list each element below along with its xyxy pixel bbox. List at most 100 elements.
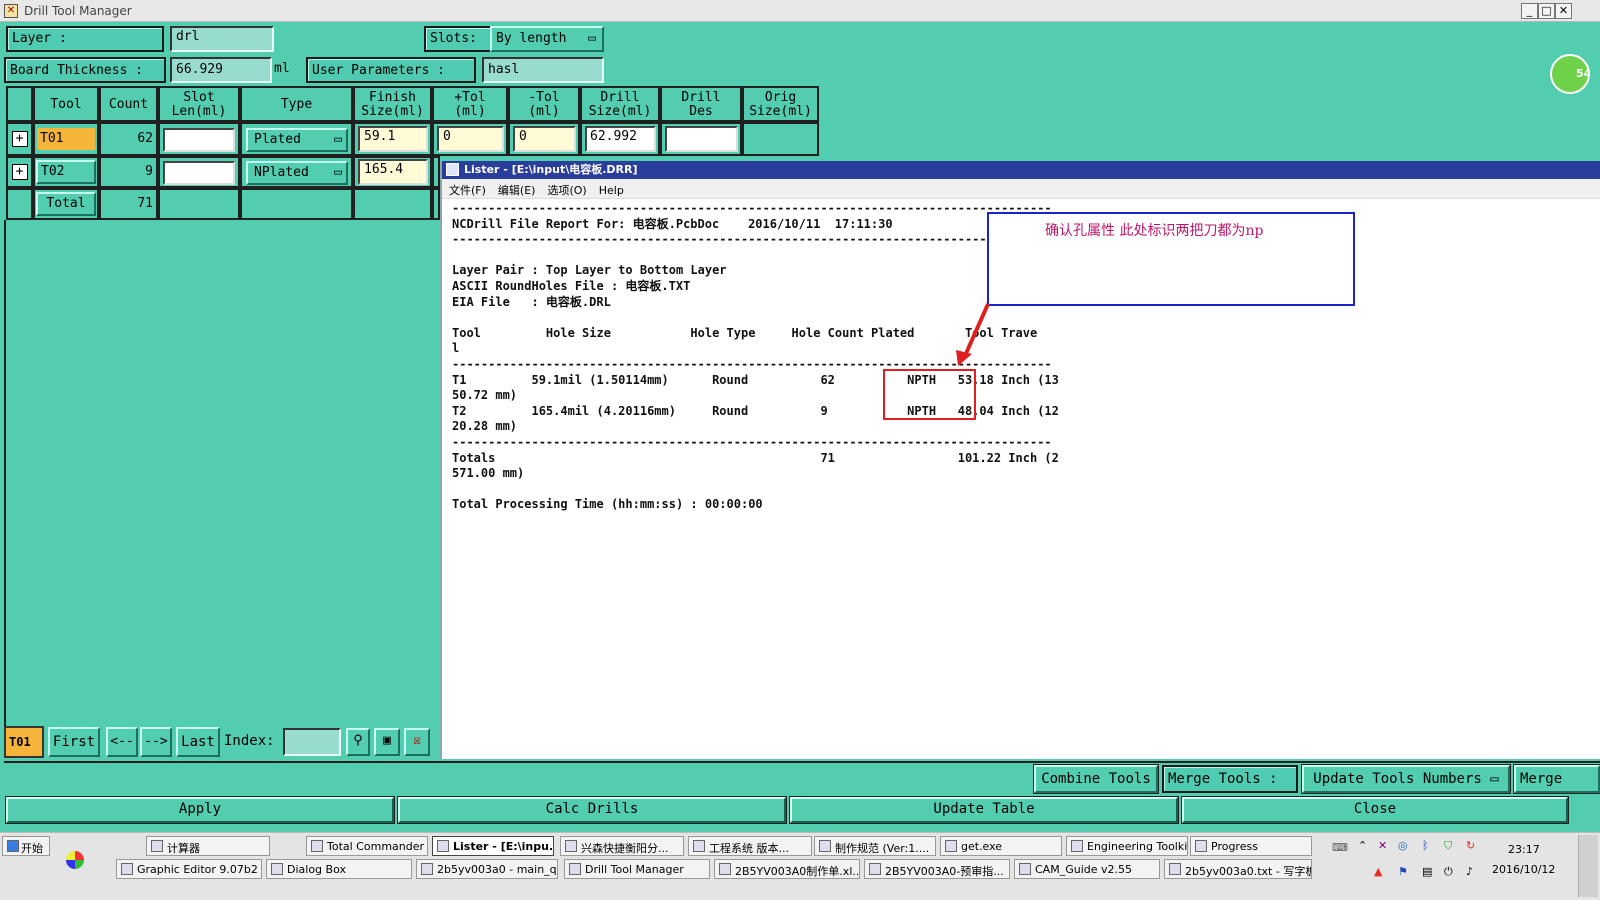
user-parameters-field[interactable]: hasl (482, 57, 604, 83)
index-label: Index: (224, 733, 275, 749)
menu-options[interactable]: 选项(O) (540, 179, 591, 198)
start-button[interactable]: 开始 (2, 836, 50, 856)
table-body-area (4, 220, 440, 726)
close-x-icon[interactable]: ✕ (1378, 839, 1387, 852)
chevron-up-icon[interactable]: ⌃ (1358, 839, 1367, 852)
minus-tol-input[interactable]: 0 (513, 126, 576, 152)
menu-help[interactable]: Help (592, 181, 629, 197)
taskbar-item[interactable]: 工程系统 版本... (688, 836, 812, 856)
last-button[interactable]: Last (176, 727, 220, 757)
update-table-button[interactable]: Update Table (789, 796, 1179, 824)
annotation-arrow (956, 303, 990, 366)
close-window-button[interactable]: ✕ (1555, 3, 1572, 19)
menu-edit[interactable]: 编辑(E) (491, 179, 541, 198)
current-tool-indicator: T01 (4, 726, 44, 758)
expand-row-button[interactable]: + (6, 156, 33, 188)
taskbar-item[interactable]: Graphic Editor 9.07b2 (... (116, 859, 262, 879)
taskbar-item[interactable]: Engineering Toolki... (1066, 836, 1188, 856)
user-parameters-label: User Parameters : (306, 57, 476, 83)
table-row-finish: 59.1 (353, 122, 432, 156)
slot-len-input[interactable] (163, 161, 235, 185)
taskbar-item[interactable]: 2B5YV003A0-预审指... (864, 859, 1010, 879)
update-tools-numbers-dropdown[interactable]: Update Tools Numbers ▭ (1301, 764, 1511, 794)
taskbar-item[interactable]: 2b5yv003a0.txt - 写字板 (1164, 859, 1312, 879)
finish-size-input[interactable]: 165.4 (358, 159, 428, 185)
delete-icon[interactable]: ☒ (404, 728, 430, 756)
minimize-button[interactable]: _ (1521, 3, 1538, 19)
volume-icon[interactable]: ♪ (1466, 865, 1473, 878)
index-input[interactable] (283, 728, 341, 756)
bluetooth-icon[interactable]: ᛒ (1422, 839, 1429, 852)
sync-icon[interactable]: ↻ (1466, 839, 1475, 852)
drill-des-input[interactable] (665, 126, 738, 152)
save-icon[interactable]: ▣ (374, 728, 400, 756)
taskbar-item-active[interactable]: Lister - [E:\inpu... (432, 836, 554, 856)
taskbar-item[interactable]: 2b5yv003a0 - main_qa (416, 859, 558, 879)
combine-tools-button[interactable]: Combine Tools (1033, 764, 1159, 794)
clock-time[interactable]: 23:17 (1508, 843, 1540, 856)
slot-len-input[interactable] (163, 128, 235, 152)
apply-button[interactable]: Apply (5, 796, 395, 824)
wordpad-icon (1169, 863, 1181, 875)
shield-icon[interactable]: ⛉ (1444, 839, 1452, 853)
exe-icon (945, 840, 957, 852)
type-dropdown[interactable]: NPlated ▭ (246, 161, 348, 185)
merge-button[interactable]: Merge (1513, 764, 1600, 794)
board-thickness-label: Board Thickness : (4, 57, 166, 83)
calculator-icon (151, 840, 163, 852)
power-icon[interactable]: ⏻ (1444, 865, 1453, 879)
taskbar-item[interactable]: Dialog Box (266, 859, 412, 879)
calc-drills-button[interactable]: Calc Drills (397, 796, 787, 824)
close-button[interactable]: Close (1181, 796, 1569, 824)
taskbar-item[interactable]: 制作规范 (Ver:1.... (814, 836, 936, 856)
show-desktop-button[interactable] (1578, 835, 1598, 897)
total-label-cell: Total (33, 188, 99, 220)
header-plus-tol: +Tol (ml) (432, 86, 508, 122)
drill-manager-icon (569, 863, 581, 875)
expand-row-button[interactable]: + (6, 122, 33, 156)
header-slot-len: Slot Len(ml) (158, 86, 240, 122)
taskbar-item[interactable]: Total Commander ... (306, 836, 428, 856)
table-row-tool-cell[interactable]: T01 (33, 122, 99, 156)
toolkit-icon (1071, 840, 1083, 852)
app-launcher-icon[interactable] (66, 851, 84, 869)
layer-label: Layer : (6, 26, 164, 52)
arrow-icon[interactable]: ▲ (1374, 865, 1382, 878)
flag-icon[interactable]: ⚑ (1398, 865, 1408, 878)
taskbar-item[interactable]: CAM_Guide v2.55 (1014, 859, 1160, 879)
maximize-button[interactable]: □ (1538, 3, 1555, 19)
annotation-text: 确认孔属性 此处标识两把刀都为np (1045, 223, 1264, 239)
next-button[interactable]: --> (140, 727, 172, 757)
clock-date[interactable]: 2016/10/12 (1492, 863, 1555, 876)
taskbar-item[interactable]: get.exe (940, 836, 1062, 856)
taskbar-item[interactable]: Progress (1190, 836, 1312, 856)
prev-button[interactable]: <-- (106, 727, 138, 757)
merge-tools-label: Merge Tools : (1162, 765, 1298, 793)
progress-icon (1195, 840, 1207, 852)
layer-field[interactable]: drl (170, 26, 274, 52)
taskbar-item[interactable]: 计算器 (146, 836, 270, 856)
slots-dropdown[interactable]: By length ▭ (490, 26, 604, 52)
table-row-tool-cell[interactable]: T02 (33, 156, 99, 188)
document-icon (446, 163, 459, 176)
taskbar-item[interactable]: 兴森快捷衡阳分... (560, 836, 684, 856)
menu-file[interactable]: 文件(F) (442, 179, 491, 198)
type-dropdown[interactable]: Plated ▭ (246, 128, 348, 152)
graphic-editor-icon (121, 863, 133, 875)
find-icon[interactable]: ⚲ (346, 728, 370, 756)
windows-icon (7, 840, 19, 852)
network-icon[interactable]: ◎ (1398, 839, 1408, 852)
monitor-icon[interactable]: ▤ (1422, 865, 1432, 878)
table-row-slot-len (158, 122, 240, 156)
annotation-callout: 确认孔属性 此处标识两把刀都为np (987, 212, 1355, 306)
plus-tol-input[interactable]: 0 (437, 126, 504, 152)
first-button[interactable]: First (48, 727, 100, 757)
drill-size-input[interactable]: 62.992 (585, 126, 656, 152)
taskbar-item[interactable]: 2B5YV003A0制作单.xl... (714, 859, 860, 879)
board-thickness-field[interactable]: 66.929 (170, 57, 272, 83)
table-row-minus-tol: 0 (508, 122, 580, 156)
finish-size-input[interactable]: 59.1 (358, 126, 428, 152)
taskbar-item[interactable]: Drill Tool Manager (564, 859, 710, 879)
keyboard-icon[interactable]: ⌨ (1332, 841, 1348, 854)
header-type: Type (240, 86, 353, 122)
